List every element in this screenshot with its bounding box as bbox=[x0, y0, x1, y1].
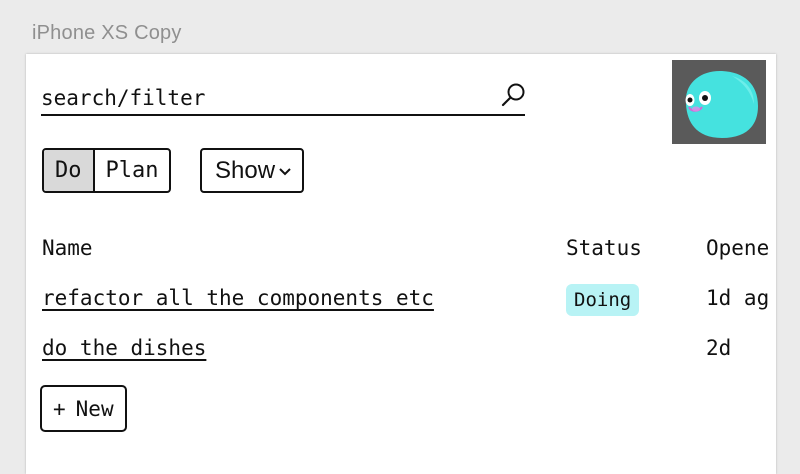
avatar[interactable] bbox=[672, 60, 766, 144]
status-badge: Doing bbox=[566, 284, 640, 316]
column-header-name[interactable]: Name bbox=[42, 236, 93, 260]
new-task-button[interactable]: + New bbox=[40, 385, 127, 432]
opened-cell: 2d bbox=[706, 336, 732, 360]
artboard-title: iPhone XS Copy bbox=[32, 22, 182, 44]
show-dropdown-label: Show bbox=[215, 156, 276, 184]
new-button-label: New bbox=[75, 396, 114, 421]
plus-icon: + bbox=[53, 396, 66, 421]
opened-cell: 1d ag bbox=[706, 286, 770, 310]
do-plan-toggle: Do Plan bbox=[42, 148, 172, 193]
show-dropdown[interactable]: Show bbox=[200, 148, 305, 193]
task-link[interactable]: do the dishes bbox=[42, 336, 206, 360]
chevron-down-icon bbox=[279, 168, 291, 176]
column-header-status[interactable]: Status bbox=[566, 236, 642, 260]
phone-artboard: Do Plan Show Name Status Opene refactor … bbox=[26, 54, 776, 474]
column-header-opened[interactable]: Opene bbox=[706, 236, 769, 260]
avatar-image bbox=[672, 60, 766, 144]
do-toggle-button[interactable]: Do bbox=[44, 150, 93, 191]
search-input[interactable] bbox=[41, 86, 481, 110]
search-icon[interactable] bbox=[499, 82, 527, 110]
plan-toggle-button[interactable]: Plan bbox=[92, 150, 170, 191]
task-link[interactable]: refactor all the components etc bbox=[42, 286, 434, 310]
search-bar bbox=[41, 80, 525, 116]
